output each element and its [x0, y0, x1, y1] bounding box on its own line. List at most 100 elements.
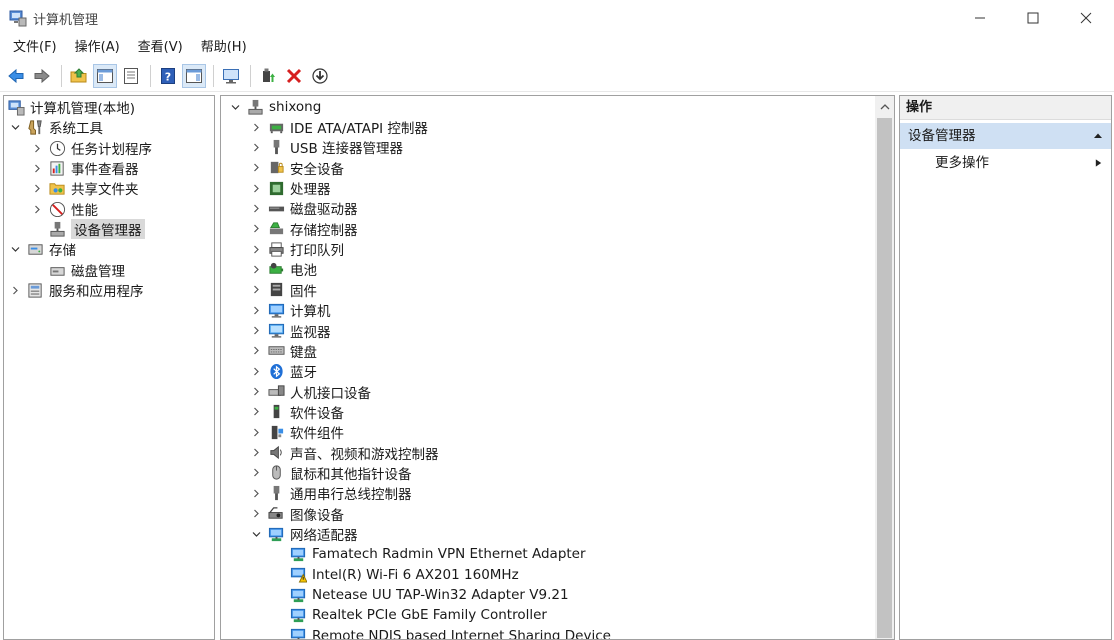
vertical-scrollbar[interactable] [875, 96, 894, 639]
scroll-up-button[interactable] [877, 99, 892, 114]
device-category-item[interactable]: 键盘 [250, 341, 317, 361]
chevron-right-icon[interactable] [250, 141, 262, 153]
tree-item-computer-management[interactable]: 计算机管理(本地) [7, 97, 135, 117]
up-level-button[interactable] [67, 64, 91, 88]
close-button[interactable] [1060, 0, 1112, 36]
show-hide-console-tree-button[interactable] [93, 63, 117, 88]
device-tree-root[interactable]: shixong [229, 97, 321, 117]
services-apps-icon [26, 281, 44, 299]
chevron-right-icon[interactable] [250, 467, 262, 479]
mouse-icon [267, 464, 285, 482]
tree-item-system-tools[interactable]: 系统工具 [9, 117, 103, 137]
chevron-right-icon[interactable] [250, 426, 262, 438]
device-category-label: USB 连接器管理器 [290, 141, 404, 158]
chevron-right-icon[interactable] [250, 365, 262, 377]
chevron-right-icon[interactable] [250, 182, 262, 194]
chevron-right-icon[interactable] [31, 203, 43, 215]
chevron-right-icon[interactable] [250, 223, 262, 235]
tree-item-services-apps[interactable]: 服务和应用程序 [9, 280, 144, 300]
chevron-down-icon[interactable] [9, 121, 21, 133]
help-button[interactable]: ? [156, 64, 180, 88]
chevron-right-icon[interactable] [250, 406, 262, 418]
tree-item-shared-folders[interactable]: 共享文件夹 [31, 178, 139, 198]
device-category-item[interactable]: 鼠标和其他指针设备 [250, 463, 412, 483]
update-driver-button[interactable] [256, 64, 280, 88]
chevron-right-icon[interactable] [250, 508, 262, 520]
actions-section-device-manager[interactable]: 设备管理器 [900, 123, 1111, 149]
tree-item-event-viewer[interactable]: 事件查看器 [31, 158, 139, 178]
device-category-item[interactable]: 蓝牙 [250, 361, 317, 381]
network-adapter-item[interactable]: Famatech Radmin VPN Ethernet Adapter [289, 544, 586, 564]
network-adapter-item[interactable]: Intel(R) Wi-Fi 6 AX201 160MHz [289, 565, 519, 585]
scroll-thumb[interactable] [877, 118, 892, 638]
device-category-item[interactable]: 软件设备 [250, 402, 344, 422]
chevron-right-icon[interactable] [250, 202, 262, 214]
device-category-item[interactable]: 计算机 [250, 300, 331, 320]
tree-item-task-scheduler[interactable]: 任务计划程序 [31, 138, 152, 158]
chevron-down-icon[interactable] [9, 243, 21, 255]
chevron-right-icon[interactable] [250, 447, 262, 459]
device-category-item[interactable]: 处理器 [250, 178, 331, 198]
chevron-right-icon[interactable] [250, 345, 262, 357]
network-adapter-item[interactable]: Netease UU TAP-Win32 Adapter V9.21 [289, 585, 569, 605]
menu-help[interactable]: 帮助(H) [192, 36, 256, 60]
chevron-right-icon[interactable] [250, 121, 262, 133]
menu-file[interactable]: 文件(F) [4, 36, 66, 60]
maximize-button[interactable] [1007, 0, 1059, 36]
device-category-label: IDE ATA/ATAPI 控制器 [290, 121, 428, 137]
chevron-right-icon[interactable] [250, 243, 262, 255]
shared-folders-icon [48, 179, 66, 197]
back-button[interactable] [4, 64, 28, 88]
submenu-arrow-icon[interactable] [1094, 158, 1103, 168]
chevron-right-icon[interactable] [250, 487, 262, 499]
chevron-right-icon[interactable] [250, 162, 262, 174]
chevron-down-icon[interactable] [250, 528, 262, 540]
forward-button[interactable] [30, 64, 54, 88]
device-category-item[interactable]: IDE ATA/ATAPI 控制器 [250, 117, 428, 137]
device-category-item[interactable]: 通用串行总线控制器 [250, 483, 412, 503]
device-category-label: 蓝牙 [290, 365, 317, 382]
chevron-right-icon[interactable] [31, 142, 43, 154]
tree-item-device-manager[interactable]: 设备管理器 [48, 219, 145, 239]
properties-button[interactable] [119, 64, 143, 88]
device-category-item[interactable]: 电池 [250, 259, 317, 279]
chevron-right-icon[interactable] [31, 182, 43, 194]
device-category-item[interactable]: 存储控制器 [250, 219, 358, 239]
chevron-right-icon[interactable] [250, 325, 262, 337]
device-category-item[interactable]: 监视器 [250, 321, 331, 341]
device-category-item[interactable]: 网络适配器 [250, 524, 358, 544]
device-category-item[interactable]: USB 连接器管理器 [250, 137, 403, 157]
chevron-right-icon[interactable] [9, 284, 21, 296]
chevron-right-icon[interactable] [250, 284, 262, 296]
more-actions-item[interactable]: 更多操作 [935, 152, 989, 174]
security-device-icon [267, 159, 285, 177]
menu-view[interactable]: 查看(V) [129, 36, 192, 60]
chevron-right-icon[interactable] [31, 162, 43, 174]
scan-hardware-button[interactable] [308, 64, 332, 88]
tree-item-label: 设备管理器 [71, 219, 145, 239]
minimize-button[interactable] [954, 0, 1006, 36]
chevron-right-icon[interactable] [250, 304, 262, 316]
toolbar-separator [61, 64, 62, 87]
device-category-item[interactable]: 人机接口设备 [250, 382, 371, 402]
collapse-up-icon[interactable] [1093, 131, 1103, 141]
device-category-item[interactable]: 安全设备 [250, 158, 344, 178]
device-category-item[interactable]: 软件组件 [250, 422, 344, 442]
network-adapter-item[interactable]: Remote NDIS based Internet Sharing Devic… [289, 626, 611, 639]
monitor-button[interactable] [219, 64, 243, 88]
tree-item-performance[interactable]: 性能 [31, 199, 98, 219]
device-category-item[interactable]: 声音、视频和游戏控制器 [250, 443, 439, 463]
show-hide-action-pane-button[interactable] [182, 63, 206, 88]
network-adapter-item[interactable]: Realtek PCIe GbE Family Controller [289, 605, 547, 625]
uninstall-device-button[interactable] [282, 64, 306, 88]
tree-item-disk-management[interactable]: 磁盘管理 [48, 260, 125, 280]
chevron-right-icon[interactable] [250, 263, 262, 275]
device-category-item[interactable]: 图像设备 [250, 504, 344, 524]
chevron-right-icon[interactable] [250, 386, 262, 398]
device-category-item[interactable]: 固件 [250, 280, 317, 300]
device-category-item[interactable]: 磁盘驱动器 [250, 198, 358, 218]
device-category-item[interactable]: 打印队列 [250, 239, 344, 259]
menu-action[interactable]: 操作(A) [66, 36, 129, 60]
tree-item-storage[interactable]: 存储 [9, 239, 76, 259]
chevron-down-icon[interactable] [229, 101, 241, 113]
